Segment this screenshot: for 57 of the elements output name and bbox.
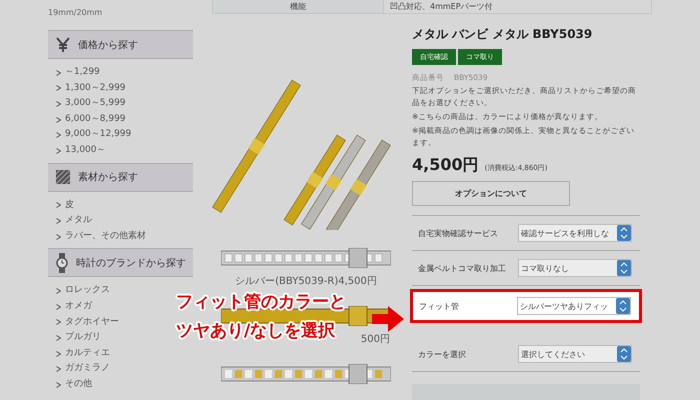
- chevron-icon: [56, 334, 61, 341]
- pattern-icon: [56, 170, 70, 184]
- chevron-icon: [56, 202, 61, 208]
- yen-icon: [56, 36, 70, 52]
- sidebar-link[interactable]: 9,000～12,999: [65, 127, 132, 143]
- arrow-icon: [372, 306, 404, 332]
- chevron-icon: [56, 304, 61, 310]
- option-label: 自宅実物確認サービス: [418, 228, 498, 238]
- sidebar-link[interactable]: タグホイヤー: [65, 314, 119, 330]
- dropdown-icon: [616, 298, 630, 314]
- sidebar-link[interactable]: ラバー、その他素材: [65, 228, 146, 244]
- chevron-icon: [56, 116, 61, 123]
- sidebar-link[interactable]: オメガ: [65, 298, 92, 315]
- chevron-icon: [56, 366, 61, 372]
- section-title: 素材から探す: [78, 170, 138, 184]
- sidebar-link[interactable]: ロレックス: [65, 283, 110, 299]
- size-text: 19mm/20mm: [48, 8, 104, 19]
- section-title: 時計のブランドから探す: [76, 256, 186, 270]
- callout-text: フィット管のカラーと: [176, 291, 346, 313]
- dropdown-icon: [617, 260, 631, 276]
- sidebar-link[interactable]: メタル: [65, 213, 92, 229]
- chevron-icon: [56, 382, 61, 388]
- sidebar-link[interactable]: ガガミラノ: [65, 361, 110, 377]
- sidebar-link[interactable]: 皮: [65, 198, 74, 214]
- chevron-icon: [56, 70, 61, 76]
- watch-icon: [56, 252, 68, 273]
- sidebar-link[interactable]: その他: [65, 376, 92, 392]
- section-title: 価格から探す: [78, 38, 138, 52]
- price: 4,500円: [412, 155, 479, 176]
- chevron-icon: [56, 132, 61, 138]
- spec-value-cell-text: 凹凸対応、4mmEPパーツ付: [389, 1, 493, 13]
- option-label: カラーを選択: [418, 348, 466, 360]
- sidebar-link[interactable]: ～1,299: [65, 65, 100, 81]
- option-info-button[interactable]: オプションについて: [412, 181, 570, 206]
- sidebar-link[interactable]: 1,300～2,999: [65, 80, 126, 96]
- product-title: メタル バンビ メタル BBY5039: [412, 26, 594, 43]
- chevron-icon: [56, 350, 61, 357]
- chevron-icon: [56, 85, 61, 92]
- dropdown-icon: [617, 346, 631, 362]
- option-label: 金属ベルトコマ取り加工: [418, 262, 506, 274]
- sidebar-link[interactable]: 13,000～: [65, 142, 106, 159]
- sidebar-link[interactable]: 6,000～8,999: [65, 112, 126, 128]
- chevron-icon: [56, 148, 61, 154]
- sidebar-link[interactable]: 3,000～5,999: [65, 96, 126, 112]
- option-label: フィット管: [419, 300, 459, 312]
- chevron-icon: [56, 288, 61, 294]
- chevron-icon: [56, 100, 61, 107]
- chevron-icon: [56, 319, 61, 326]
- callout-text: ツヤあり/なしを選択: [176, 320, 336, 342]
- dropdown-icon: [617, 225, 631, 241]
- spec-label-cell: 機能: [213, 0, 384, 13]
- chevron-icon: [56, 234, 61, 240]
- product-caption: 500円: [360, 333, 390, 346]
- product-caption: シルバー(BBY5039-R)4,500円: [235, 275, 377, 288]
- sidebar-link[interactable]: ブルガリ: [65, 330, 101, 346]
- sidebar-link[interactable]: カルティエ: [65, 346, 110, 362]
- chevron-icon: [56, 218, 61, 224]
